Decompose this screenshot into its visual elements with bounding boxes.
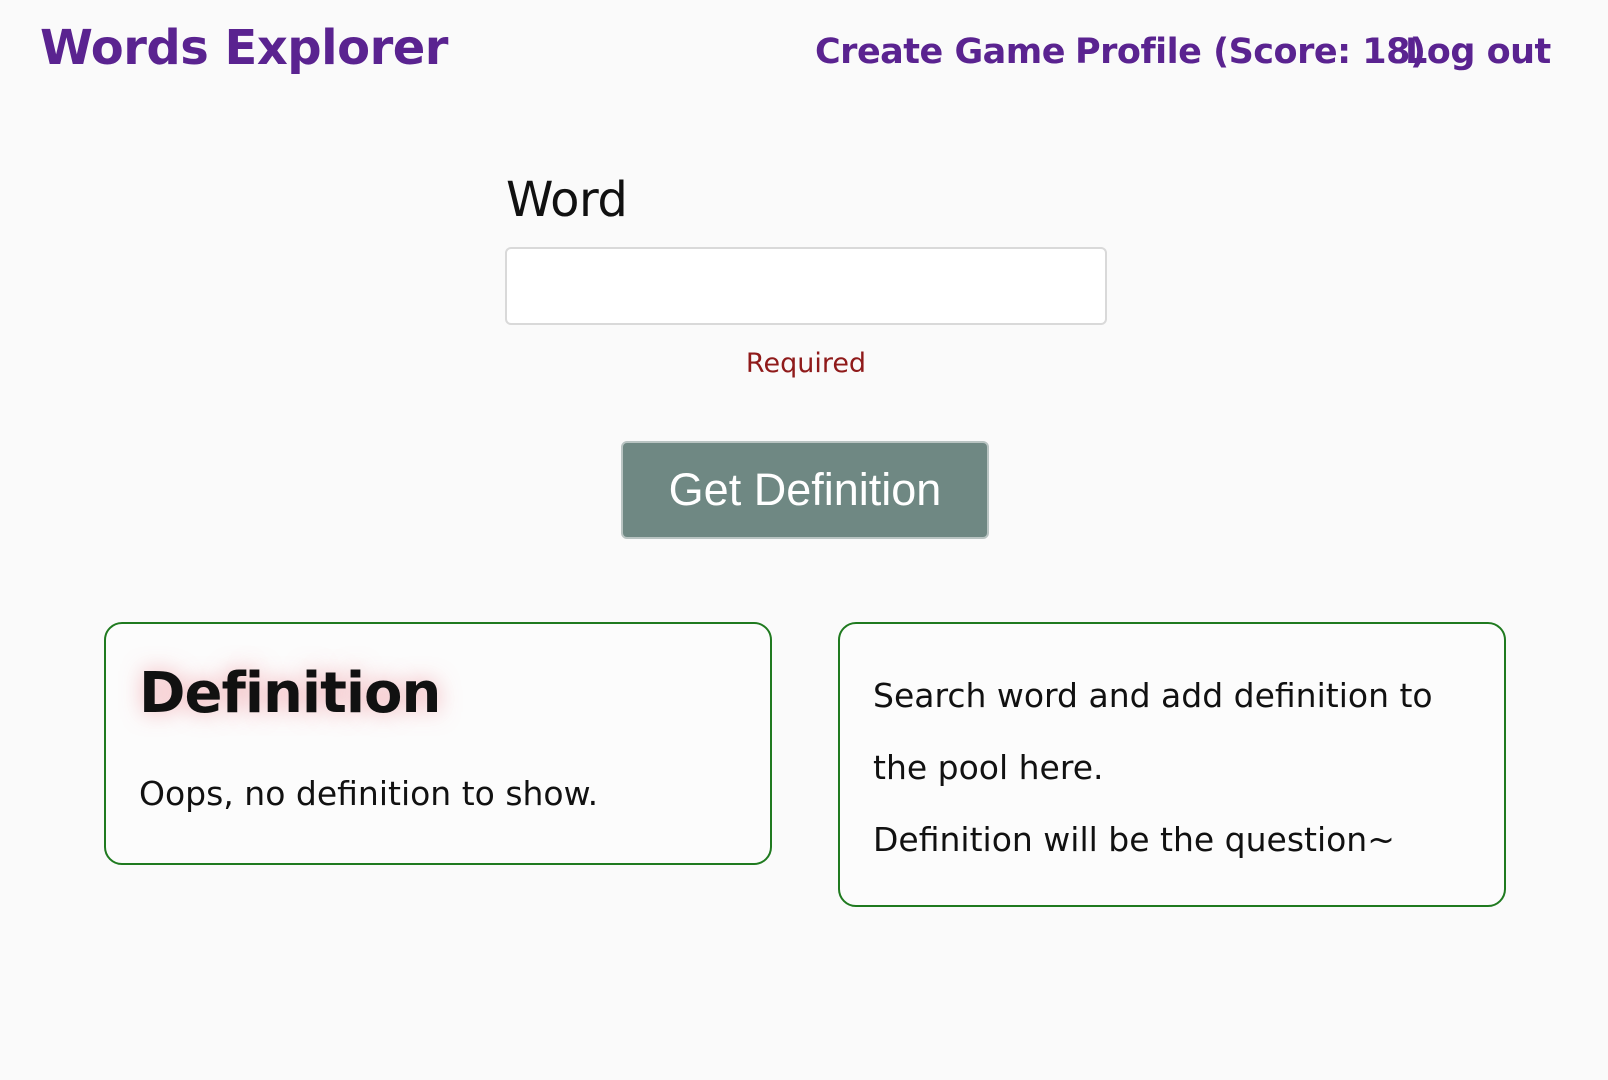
word-required-message: Required bbox=[745, 348, 867, 379]
nav-create-game-link[interactable]: Create Game bbox=[815, 28, 1066, 76]
info-line: the pool here. bbox=[873, 748, 1104, 787]
top-nav: Create Game Profile (Score: 18) Log out bbox=[0, 28, 1608, 78]
nav-logout-link[interactable]: Log out bbox=[1405, 28, 1551, 76]
info-line: Definition will be the question~ bbox=[873, 820, 1395, 859]
get-definition-button[interactable]: Get Definition bbox=[621, 441, 989, 539]
word-input[interactable] bbox=[505, 247, 1107, 325]
nav-profile-link[interactable]: Profile (Score: 18) bbox=[1075, 28, 1426, 76]
info-card: Search word and add definition to the po… bbox=[838, 622, 1506, 907]
definition-title: Definition bbox=[139, 661, 441, 726]
word-field-label: Word bbox=[506, 172, 628, 228]
definition-text: Oops, no definition to show. bbox=[139, 774, 599, 813]
info-line: Search word and add definition to bbox=[873, 676, 1433, 715]
info-text: Search word and add definition to the po… bbox=[873, 660, 1473, 876]
definition-card: Definition Oops, no definition to show. bbox=[104, 622, 772, 865]
